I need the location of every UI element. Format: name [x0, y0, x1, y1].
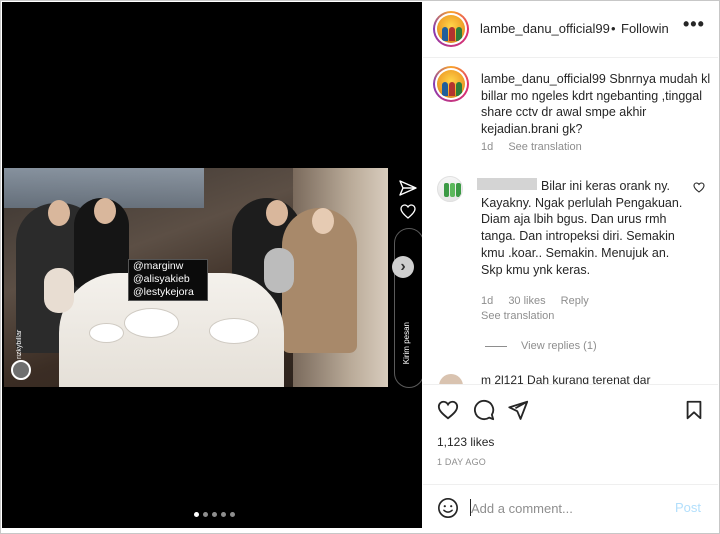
carousel-dot [221, 512, 226, 517]
send-icon[interactable] [399, 180, 417, 196]
more-options-icon[interactable]: ••• [683, 14, 705, 35]
comment-composer: Post [423, 484, 718, 530]
replies-divider-line [485, 345, 507, 347]
see-translation-link[interactable]: See translation [508, 141, 581, 153]
reply-button[interactable]: Reply [561, 295, 589, 307]
comment-time[interactable]: 1d [481, 295, 493, 307]
comment-icon[interactable] [473, 399, 495, 421]
post-header: lambe_danu_official99 • Followin ••• [423, 2, 718, 58]
view-replies-button[interactable]: View replies (1) [485, 340, 597, 352]
emoji-icon[interactable] [437, 497, 459, 519]
post-media: @marginw @alisyakieb @lestykejora rizkyb… [2, 2, 422, 528]
view-replies-label: View replies (1) [521, 340, 597, 352]
comment-text: Bilar ini keras orank ny. Kayakny. Ngak … [481, 179, 683, 277]
comment-see-translation-link[interactable]: See translation [481, 310, 554, 322]
carousel-dot [212, 512, 217, 517]
heart-icon[interactable] [437, 399, 459, 421]
mention-tags: @marginw @alisyakieb @lestykejora [128, 259, 208, 301]
story-avatar [11, 360, 31, 380]
send-message-label[interactable]: Kirim pesan [402, 322, 411, 364]
username-link[interactable]: lambe_danu_official99 [480, 21, 610, 36]
action-bar [423, 384, 718, 432]
follow-button[interactable]: Followin [621, 21, 669, 36]
caption-meta: 1d See translation [481, 141, 582, 153]
post-sidebar: lambe_danu_official99 • Followin ••• lam… [423, 2, 718, 532]
mention-tag: @lestykejora [133, 286, 194, 298]
comment-like-icon[interactable] [693, 182, 705, 193]
comment-meta: 1d 30 likes Reply [481, 295, 601, 307]
post-time[interactable]: 1 DAY AGO [437, 457, 486, 467]
comment-input[interactable] [471, 499, 661, 517]
carousel-dot [203, 512, 208, 517]
separator-dot: • [611, 21, 616, 36]
caption-username[interactable]: lambe_danu_official99 [481, 72, 606, 86]
carousel-dot [230, 512, 235, 517]
mention-tag: @alisyakieb [133, 273, 190, 285]
likes-count[interactable]: 1,123 likes [437, 435, 494, 449]
commenter-avatar[interactable] [437, 176, 463, 202]
heart-icon[interactable] [400, 204, 416, 219]
share-icon[interactable] [507, 399, 529, 421]
avatar[interactable] [433, 11, 469, 47]
caption: lambe_danu_official99 Sbnrnya mudah kl b… [481, 71, 711, 137]
post-button[interactable]: Post [675, 500, 701, 515]
caption-avatar[interactable] [433, 66, 469, 102]
carousel-indicator [194, 512, 235, 517]
caption-time[interactable]: 1d [481, 141, 493, 153]
mention-tag: @marginw [133, 260, 184, 272]
carousel-dot [194, 512, 199, 517]
next-button[interactable]: › [392, 256, 414, 278]
text-caret [470, 499, 471, 516]
next-comment-text: m 2l121 Dah kurang terenat dar [481, 374, 651, 384]
next-comment-peek: m 2l121 Dah kurang terenat dar [437, 374, 707, 384]
bookmark-icon[interactable] [683, 399, 705, 421]
comment-likes[interactable]: 30 likes [508, 295, 545, 307]
next-commenter-avatar[interactable] [439, 374, 463, 384]
